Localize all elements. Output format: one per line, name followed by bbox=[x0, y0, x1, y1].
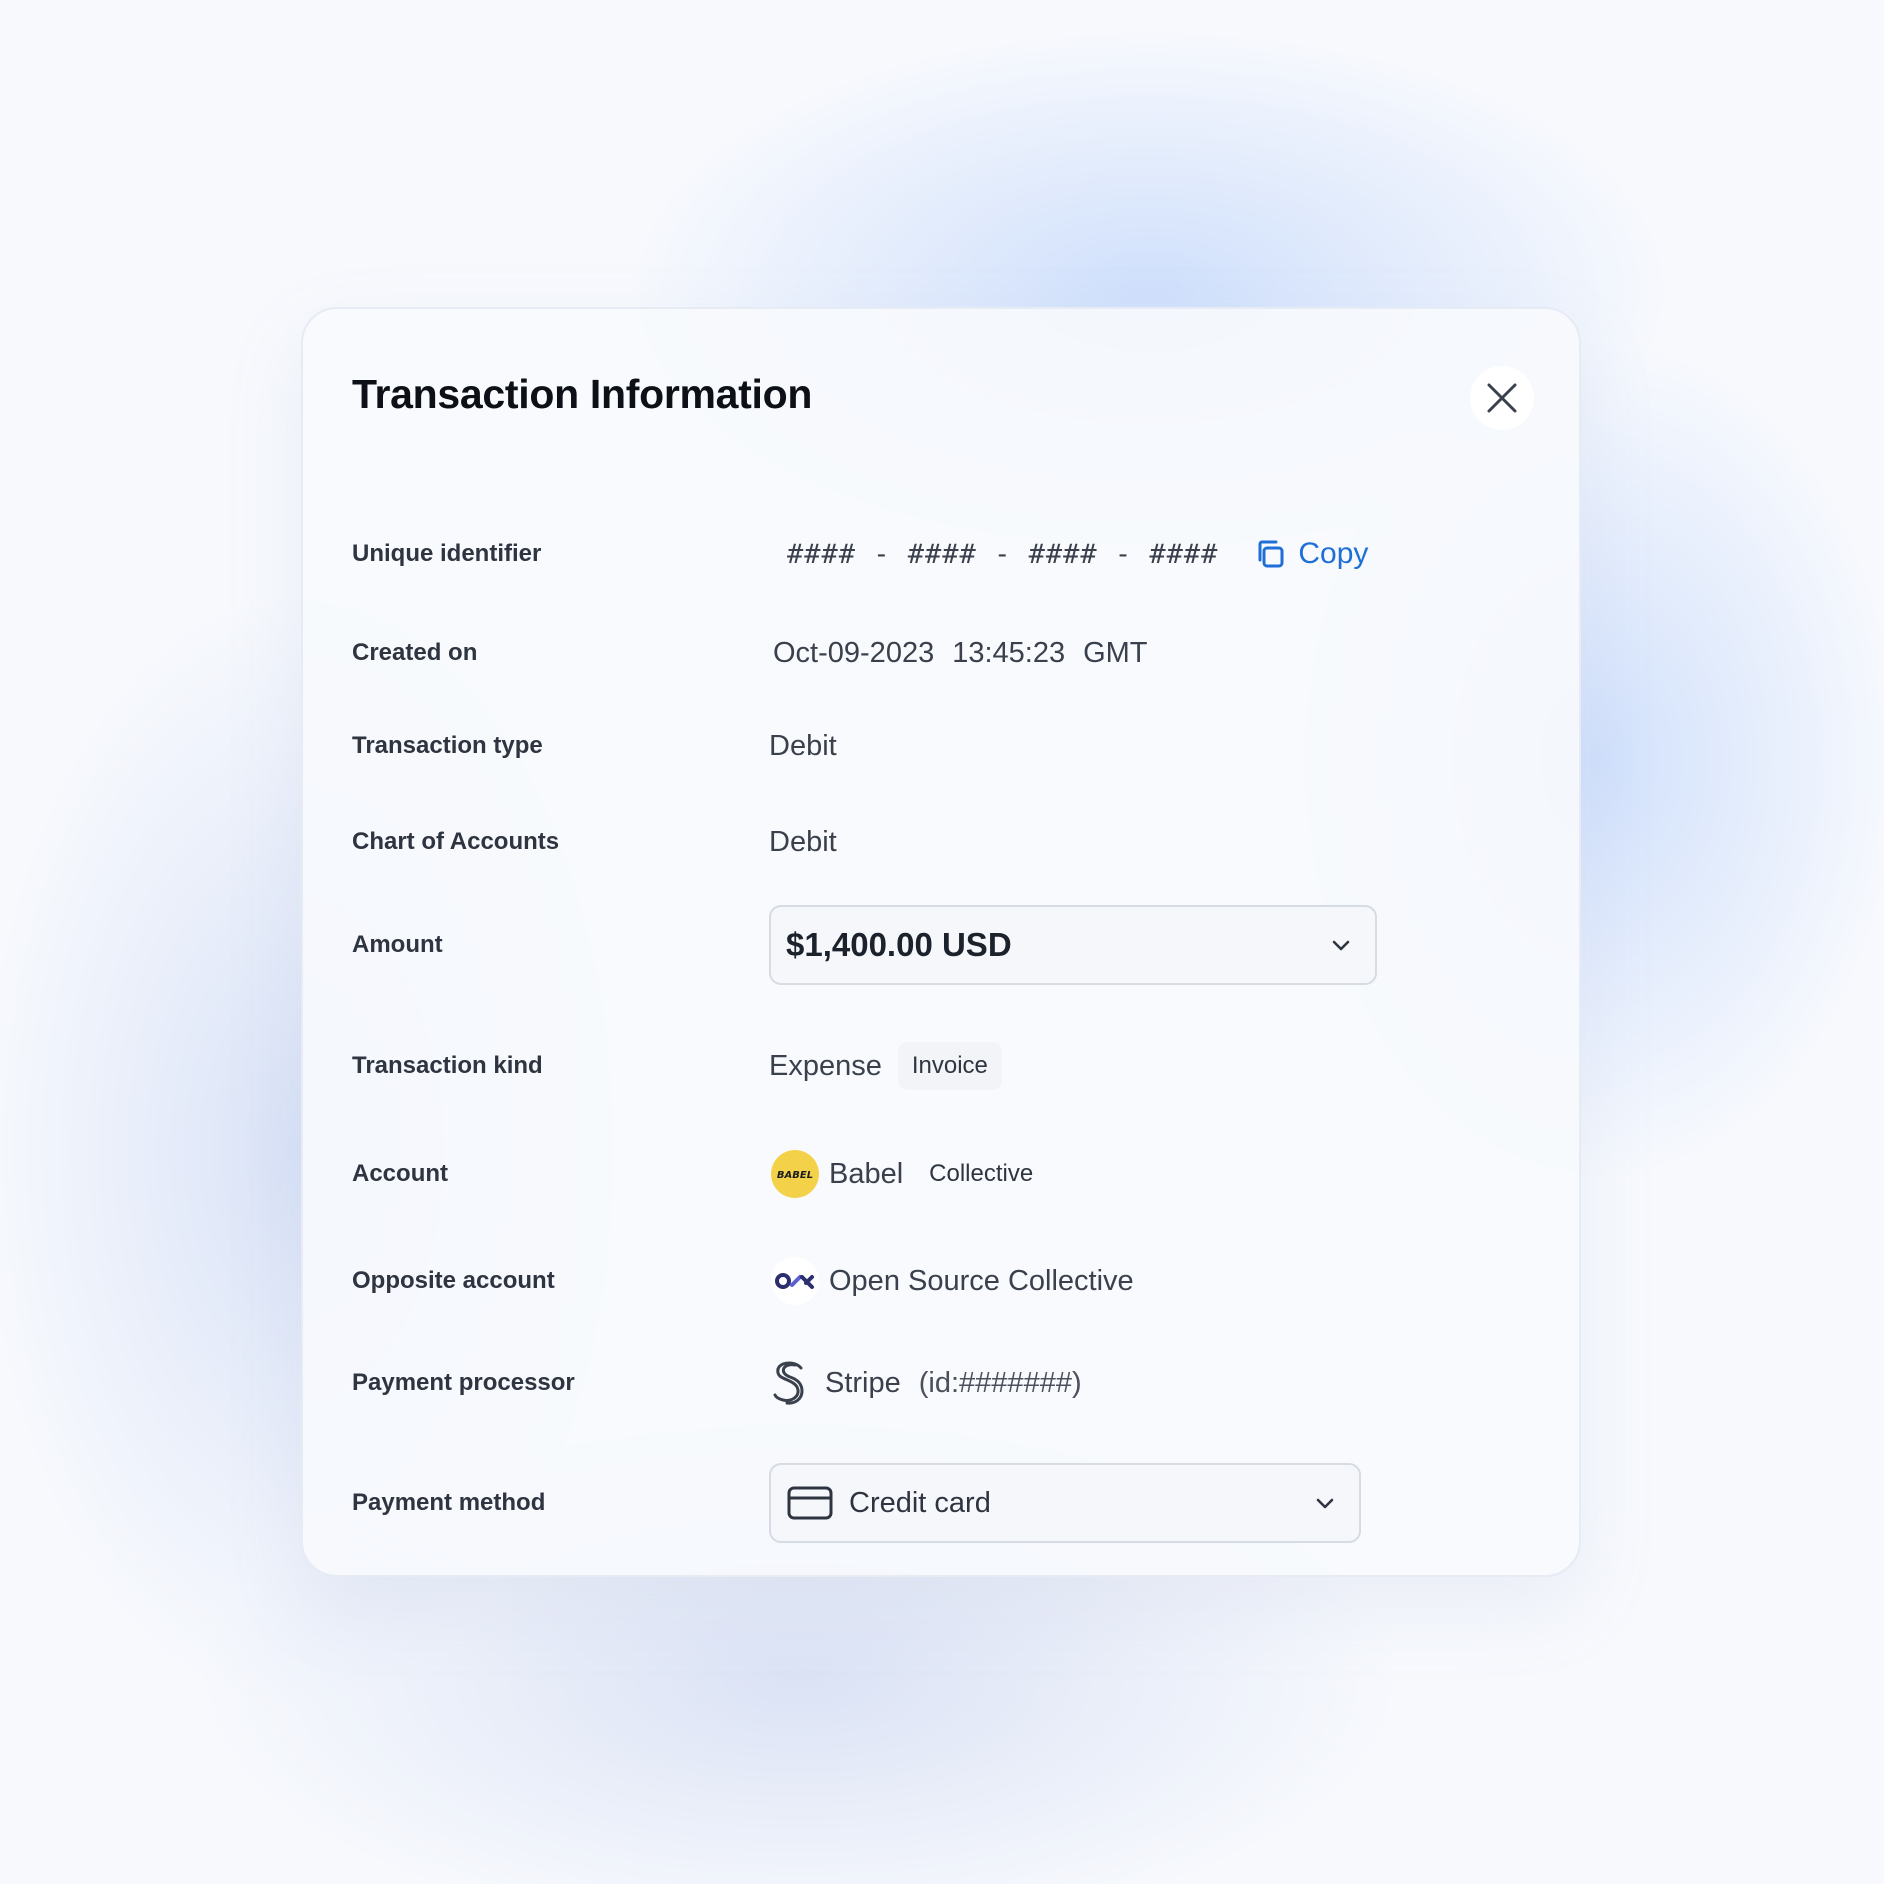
close-icon bbox=[1487, 383, 1517, 413]
chevron-down-icon bbox=[1332, 940, 1350, 951]
transaction-kind-value: Expense bbox=[769, 1049, 882, 1082]
payment-method-select[interactable]: Credit card bbox=[769, 1463, 1361, 1543]
row-payment-method: Payment method Credit card bbox=[352, 1463, 1532, 1543]
copy-button[interactable]: Copy bbox=[1254, 537, 1368, 571]
chart-of-accounts-label: Chart of Accounts bbox=[352, 828, 560, 855]
amount-value: $1,400.00 USD bbox=[786, 926, 1012, 963]
payment-processor-label: Payment processor bbox=[352, 1369, 575, 1396]
row-amount: Amount $1,400.00 USD bbox=[352, 905, 1532, 985]
row-created-on: Created on Oct-09-2023 13:45:23 GMT bbox=[352, 628, 1532, 678]
chart-of-accounts-value-group: Debit bbox=[769, 826, 837, 859]
payment-processor-id: (id:#######) bbox=[918, 1366, 1082, 1399]
unique-identifier-value: #### - #### - #### - #### bbox=[787, 538, 1219, 570]
row-transaction-type: Transaction type Debit bbox=[352, 721, 1532, 771]
row-opposite-account: Opposite account Open Source Collective bbox=[352, 1253, 1532, 1309]
modal-title: Transaction Information bbox=[352, 371, 813, 417]
amount-label: Amount bbox=[352, 931, 443, 958]
amount-select[interactable]: $1,400.00 USD bbox=[769, 905, 1377, 985]
created-on-label: Created on bbox=[352, 639, 478, 666]
unique-identifier-value-group: #### - #### - #### - #### Copy bbox=[769, 537, 1368, 571]
transaction-kind-value-group: Expense Invoice bbox=[769, 1042, 1002, 1090]
opposite-account-value-group: Open Source Collective bbox=[769, 1257, 1134, 1305]
chart-of-accounts-value: Debit bbox=[769, 825, 837, 858]
transaction-type-value: Debit bbox=[769, 729, 837, 762]
account-value-group: BABEL Babel Collective bbox=[769, 1150, 1047, 1198]
transaction-type-value-group: Debit bbox=[769, 730, 837, 763]
payment-processor-value-group: Stripe (id:#######) bbox=[769, 1360, 1082, 1406]
payment-method-value: Credit card bbox=[849, 1486, 991, 1519]
transaction-kind-tag: Invoice bbox=[897, 1042, 1002, 1090]
row-chart-of-accounts: Chart of Accounts Debit bbox=[352, 817, 1532, 867]
copy-icon bbox=[1258, 540, 1284, 568]
row-transaction-kind: Transaction kind Expense Invoice bbox=[352, 1038, 1532, 1094]
row-payment-processor: Payment processor Stripe (id:#######) bbox=[352, 1355, 1532, 1411]
credit-card-icon bbox=[787, 1486, 833, 1520]
payment-method-label: Payment method bbox=[352, 1489, 546, 1516]
opposite-account-name[interactable]: Open Source Collective bbox=[829, 1265, 1134, 1298]
amount-value-group: $1,400.00 USD bbox=[769, 905, 1377, 985]
close-button[interactable] bbox=[1470, 366, 1534, 430]
row-account: Account BABEL Babel Collective bbox=[352, 1146, 1532, 1202]
opposite-account-label: Opposite account bbox=[352, 1267, 555, 1294]
created-on-date: Oct-09-2023 bbox=[773, 636, 935, 669]
created-on-value-group: Oct-09-2023 13:45:23 GMT bbox=[769, 637, 1166, 670]
transaction-kind-label: Transaction kind bbox=[352, 1052, 543, 1079]
payment-method-value-group: Credit card bbox=[769, 1463, 1361, 1543]
unique-identifier-label: Unique identifier bbox=[352, 540, 542, 567]
open-source-collective-logo-icon bbox=[775, 1273, 814, 1289]
babel-avatar: BABEL bbox=[771, 1150, 819, 1198]
account-tag: Collective bbox=[929, 1160, 1034, 1187]
copy-label: Copy bbox=[1298, 537, 1369, 570]
transaction-info-modal: Transaction Information Unique identifie… bbox=[301, 307, 1581, 1577]
account-label: Account bbox=[352, 1160, 448, 1187]
payment-processor-name: Stripe bbox=[825, 1366, 901, 1399]
row-unique-identifier: Unique identifier #### - #### - #### - #… bbox=[352, 529, 1532, 579]
babel-logo-icon: BABEL bbox=[777, 1170, 813, 1181]
chevron-down-icon bbox=[1316, 1498, 1334, 1509]
created-on-timezone: GMT bbox=[1083, 636, 1148, 669]
osc-avatar bbox=[771, 1257, 819, 1305]
account-name[interactable]: Babel bbox=[829, 1158, 903, 1191]
svg-text:BABEL: BABEL bbox=[777, 1170, 813, 1181]
transaction-type-label: Transaction type bbox=[352, 732, 543, 759]
stripe-logo-icon bbox=[771, 1360, 807, 1406]
created-on-time: 13:45:23 bbox=[952, 636, 1066, 669]
